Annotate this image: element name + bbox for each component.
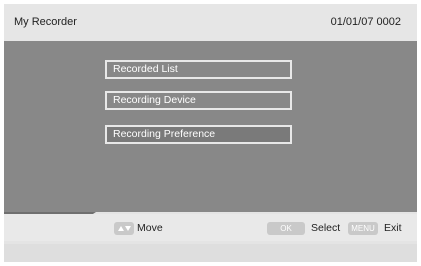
- app-title: My Recorder: [14, 16, 77, 28]
- menu-panel: Recorded List Recording Device Recording…: [4, 41, 417, 212]
- menu-item-label: Recording Preference: [113, 128, 216, 140]
- down-arrow-icon: [124, 226, 131, 232]
- menu-key-badge: MENU: [348, 222, 378, 235]
- footer-hint-bar: Move OK Select MENU Exit: [4, 214, 417, 241]
- menu-item-recorded-list[interactable]: Recorded List: [105, 60, 292, 79]
- header-bar: My Recorder 01/01/07 0002: [4, 4, 417, 41]
- date-time-readout: 01/01/07 0002: [330, 16, 401, 28]
- bottom-strip: [4, 244, 417, 262]
- select-hint-label: Select: [311, 222, 341, 234]
- move-hint-label: Move: [137, 222, 163, 234]
- menu-item-recording-device[interactable]: Recording Device: [105, 91, 292, 110]
- menu-item-label: Recording Device: [113, 94, 196, 106]
- exit-hint-label: Exit: [384, 222, 402, 234]
- up-arrow-icon: [117, 226, 124, 232]
- menu-item-label: Recorded List: [113, 63, 178, 75]
- recorder-screen: My Recorder 01/01/07 0002 Recorded List …: [4, 4, 417, 262]
- up-down-arrows-icon: [114, 222, 134, 235]
- menu-item-recording-preference[interactable]: Recording Preference: [105, 125, 292, 144]
- ok-key-badge: OK: [267, 222, 305, 235]
